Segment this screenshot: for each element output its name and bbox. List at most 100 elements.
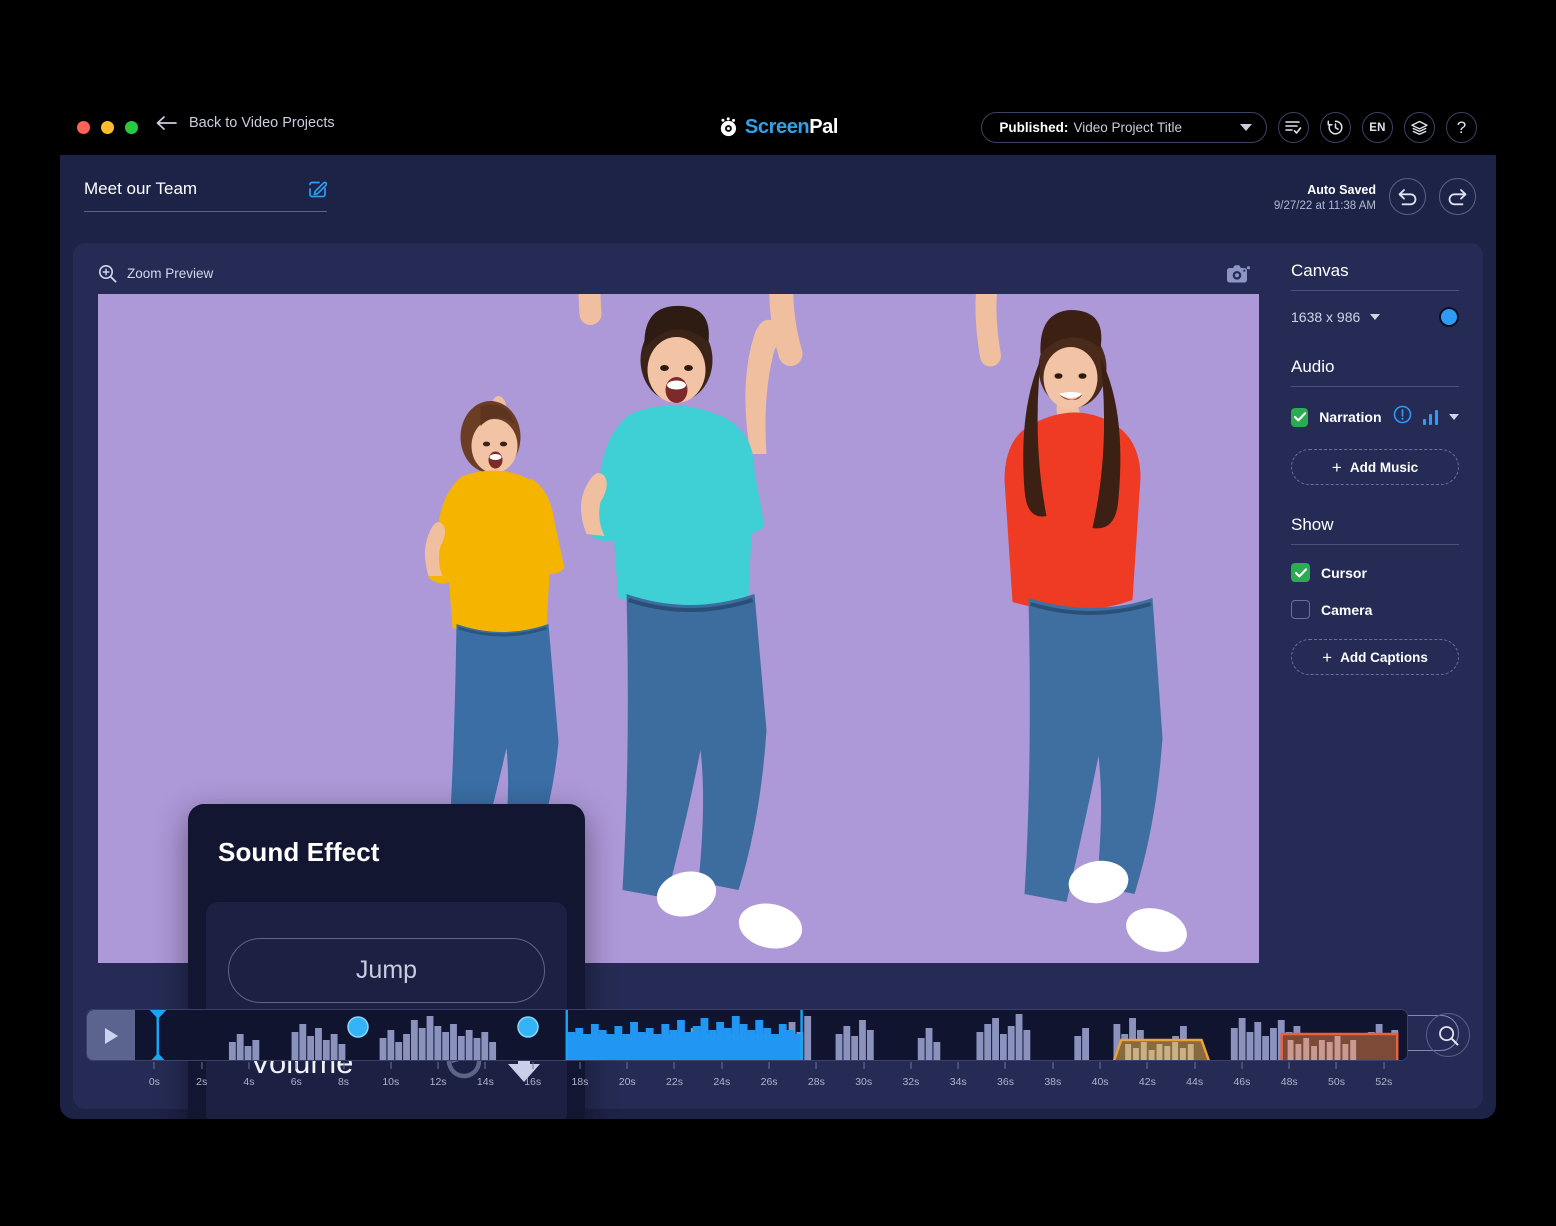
- cursor-checkbox[interactable]: [1291, 563, 1310, 582]
- layers-icon: [1411, 120, 1428, 135]
- maximize-window-button[interactable]: [125, 121, 138, 134]
- zoom-preview-button[interactable]: Zoom Preview: [98, 264, 213, 283]
- autosave-status: Auto Saved 9/27/22 at 11:38 AM: [1274, 182, 1376, 214]
- cursor-label: Cursor: [1321, 564, 1367, 581]
- tick-mark: [153, 1062, 155, 1069]
- tick-mark: [1052, 1062, 1054, 1069]
- timeline-tick: 16s: [524, 1062, 541, 1088]
- tick-label: 20s: [618, 1076, 636, 1088]
- tick-label: 36s: [997, 1076, 1014, 1088]
- tick-label: 26s: [760, 1076, 778, 1088]
- redo-button[interactable]: [1439, 178, 1476, 215]
- resolution-select[interactable]: 1638 x 986: [1291, 309, 1381, 325]
- tick-label: 42s: [1138, 1076, 1156, 1088]
- tick-mark: [1099, 1062, 1101, 1069]
- audio-level-icon[interactable]: [1422, 409, 1438, 425]
- chevron-down-icon: [1370, 314, 1381, 320]
- timeline-tick: 8s: [338, 1062, 349, 1088]
- tick-mark: [957, 1062, 959, 1069]
- timeline-tick: 46s: [1233, 1062, 1250, 1088]
- timeline-tick: 4s: [243, 1062, 255, 1088]
- tick-label: 24s: [713, 1076, 731, 1088]
- tick-mark: [1383, 1062, 1385, 1069]
- brand-screen: Screen: [744, 116, 810, 138]
- tick-label: 16s: [524, 1076, 542, 1088]
- close-window-button[interactable]: [77, 121, 90, 134]
- camera-icon: [1227, 265, 1250, 283]
- undo-button[interactable]: [1389, 178, 1426, 215]
- timeline-play-button[interactable]: [87, 1010, 135, 1060]
- timeline-zoom-button[interactable]: [1426, 1013, 1470, 1057]
- audio-section-heading: Audio: [1291, 357, 1459, 387]
- tick-mark: [532, 1062, 534, 1069]
- tick-label: 30s: [855, 1076, 873, 1088]
- tick-label: 14s: [476, 1076, 494, 1088]
- narration-checkbox[interactable]: [1291, 407, 1309, 427]
- tick-label: 44s: [1186, 1076, 1204, 1088]
- tick-label: 6s: [290, 1076, 302, 1088]
- timeline-tick: 50s: [1328, 1062, 1345, 1088]
- tick-label: 52s: [1375, 1076, 1393, 1088]
- add-music-label: Add Music: [1349, 459, 1419, 475]
- minimize-window-button[interactable]: [101, 121, 114, 134]
- language-button[interactable]: EN: [1362, 112, 1393, 143]
- timeline-tick: 32s: [902, 1062, 919, 1088]
- timeline-tick: 40s: [1092, 1062, 1109, 1088]
- tick-mark: [626, 1062, 628, 1069]
- timeline-track[interactable]: [86, 1009, 1408, 1061]
- timeline-tick: 12s: [430, 1062, 447, 1088]
- preview-column: Zoom Preview Sound Effect Jump Volume: [73, 243, 1275, 1119]
- autosave-label: Auto Saved: [1307, 183, 1376, 197]
- project-title-field[interactable]: Meet our Team: [84, 179, 328, 212]
- language-label: EN: [1369, 121, 1386, 134]
- history-icon: [1327, 120, 1343, 135]
- tick-mark: [248, 1062, 250, 1069]
- canvas-section-heading: Canvas: [1291, 261, 1459, 291]
- narration-info-button[interactable]: [1393, 405, 1412, 429]
- narration-label: Narration: [1319, 409, 1382, 425]
- timeline-tick: 6s: [291, 1062, 302, 1088]
- captions-list-button[interactable]: [1278, 112, 1309, 143]
- canvas-color-swatch[interactable]: [1439, 307, 1459, 327]
- add-music-button[interactable]: + Add Music: [1291, 449, 1459, 485]
- properties-sidebar: Canvas 1638 x 986 Audio Narration + Add …: [1275, 243, 1483, 1109]
- timeline-tick: 0s: [149, 1062, 160, 1088]
- app-window: Back to Video Projects ScreenPal Publish…: [60, 100, 1496, 1119]
- tick-mark: [579, 1062, 581, 1069]
- screenshot-button[interactable]: [1226, 264, 1251, 289]
- timeline-tick: 26s: [761, 1062, 778, 1088]
- selection-handle-end: [800, 1010, 803, 1060]
- history-button[interactable]: [1320, 112, 1351, 143]
- zoom-in-icon: [99, 265, 117, 283]
- help-label: ?: [1456, 117, 1467, 137]
- tick-label: 12s: [429, 1076, 447, 1088]
- add-captions-label: Add Captions: [1340, 649, 1428, 665]
- camera-checkbox[interactable]: [1291, 600, 1310, 619]
- back-to-video-projects-link[interactable]: Back to Video Projects: [155, 115, 335, 131]
- timeline-ruler: 0s 2s 4s 6s 8s 10s 12s 14s 16s 18s 20s 22s 24s 26s 28s…: [134, 1062, 1408, 1098]
- narration-menu-chevron-icon[interactable]: [1449, 414, 1459, 420]
- tick-label: 2s: [196, 1076, 208, 1088]
- publish-status-select[interactable]: Published: Video Project Title: [981, 112, 1267, 143]
- timeline-tick: 20s: [619, 1062, 636, 1088]
- timeline-tick: 28s: [808, 1062, 825, 1088]
- publish-value: Video Project Title: [1073, 120, 1182, 135]
- undo-icon: [1398, 188, 1417, 205]
- screenpal-logo: ScreenPal: [718, 116, 838, 139]
- sound-effect-select[interactable]: Jump: [228, 938, 545, 1003]
- timeline-tick: 10s: [382, 1062, 399, 1088]
- timeline-tick: 18s: [571, 1062, 588, 1088]
- add-captions-button[interactable]: + Add Captions: [1291, 639, 1459, 675]
- timeline: 0s 2s 4s 6s 8s 10s 12s 14s 16s 18s 20s 22s 24s 26s 28s…: [86, 1009, 1470, 1099]
- timeline-tick: 42s: [1139, 1062, 1156, 1088]
- layers-button[interactable]: [1404, 112, 1435, 143]
- tick-mark: [343, 1062, 345, 1069]
- tick-mark: [1146, 1062, 1148, 1069]
- timeline-waveform[interactable]: [135, 1010, 1407, 1060]
- edit-title-icon[interactable]: [308, 180, 328, 199]
- help-button[interactable]: ?: [1446, 112, 1477, 143]
- zoom-preview-label: Zoom Preview: [127, 266, 214, 281]
- page-title: Meet our Team: [84, 179, 198, 198]
- tick-mark: [437, 1062, 439, 1069]
- tick-mark: [910, 1062, 912, 1069]
